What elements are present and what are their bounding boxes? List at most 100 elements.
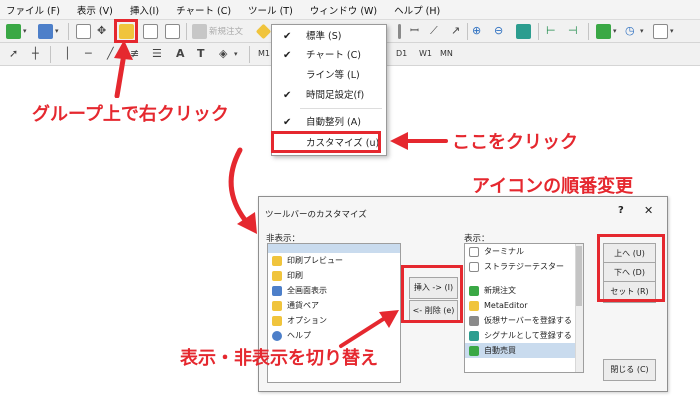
list-item[interactable]: 印刷 [268, 268, 400, 283]
chevron-down-icon[interactable]: ▾ [613, 24, 617, 38]
auto-scroll-icon[interactable]: ⊣ [568, 24, 578, 38]
timeframe-m1[interactable]: M1 [258, 49, 270, 58]
list-item[interactable]: 印刷プレビュー [268, 253, 400, 268]
crosshair-icon[interactable]: ┼ [32, 47, 39, 61]
highlight-customize [271, 131, 381, 153]
chevron-down-icon[interactable]: ▾ [55, 24, 59, 38]
virtual-server-icon [469, 316, 479, 326]
strategy-tester-icon [469, 262, 479, 272]
check-icon: ✔ [283, 31, 292, 42]
algo-trading-icon [469, 346, 479, 356]
check-icon: ✔ [283, 117, 292, 128]
ctx-item-timeframes[interactable]: ✔ 時間足設定(f) [272, 87, 386, 104]
list-item[interactable]: シグナルとして登録する [465, 328, 583, 343]
new-order-icon[interactable] [192, 24, 207, 39]
ctx-item-line-studies[interactable]: ライン等 (L) [272, 67, 386, 84]
menu-file[interactable]: ファイル (F) [6, 3, 60, 17]
menu-help[interactable]: ヘルプ (H) [394, 3, 440, 17]
line-chart-icon[interactable]: ⟋ [430, 24, 438, 38]
vertical-line-icon[interactable]: │ [64, 47, 71, 61]
callout-right-click: グループ上で右クリック [32, 104, 229, 125]
menu-view[interactable]: 表示 (V) [77, 3, 113, 17]
tile-windows-icon[interactable] [516, 24, 531, 39]
check-icon: ✔ [283, 90, 292, 101]
menu-separator [300, 108, 382, 109]
list-item-selected[interactable]: 自動売買 [465, 343, 583, 358]
print-preview-icon [272, 256, 282, 266]
text-box-icon[interactable]: T [197, 47, 205, 61]
chart-shift-icon[interactable]: ⊢ [546, 24, 556, 38]
toolbar-separator [186, 23, 187, 40]
zoom-out-icon[interactable]: ⊖ [494, 24, 503, 38]
new-chart-icon[interactable] [6, 24, 21, 39]
algo-trading-icon[interactable] [255, 23, 272, 40]
options-icon [272, 316, 282, 326]
market-watch-icon[interactable] [76, 24, 91, 39]
help-icon [272, 331, 282, 341]
toolbar-separator [538, 23, 539, 40]
navigator-icon[interactable]: ✥ [97, 24, 106, 38]
line-chart-icon[interactable]: ↗ [451, 24, 460, 38]
new-order-label[interactable]: 新規注文 [209, 25, 243, 37]
list-item[interactable]: 全画面表示 [268, 283, 400, 298]
fibonacci-icon[interactable]: ☰ [152, 47, 162, 61]
templates-icon[interactable] [653, 24, 668, 39]
timeframe-w1[interactable]: W1 [419, 49, 432, 58]
timeframe-d1[interactable]: D1 [396, 49, 407, 58]
cursor-arrow-icon[interactable]: ➚ [9, 47, 18, 61]
toolbar-separator [588, 23, 589, 40]
shapes-icon[interactable]: ◈ [219, 47, 227, 61]
indicators-icon[interactable] [596, 24, 611, 39]
print-icon [272, 271, 282, 281]
list-item[interactable]: 新規注文 [465, 283, 583, 298]
ctx-item-auto-arrange[interactable]: ✔ 自動整列 (A) [272, 114, 386, 131]
scrollbar-thumb[interactable] [576, 246, 582, 306]
text-label-icon[interactable]: A [176, 47, 185, 61]
menu-insert[interactable]: 挿入(I) [130, 3, 159, 17]
arrow-up-icon [114, 40, 133, 98]
zoom-in-icon[interactable]: ⊕ [472, 24, 481, 38]
bar-chart-icon[interactable] [398, 24, 401, 39]
ctx-item-label: 自動整列 (A) [306, 117, 361, 128]
menu-window[interactable]: ウィンドウ (W) [310, 3, 377, 17]
arrow-left-icon [390, 132, 448, 150]
help-button[interactable]: ? [618, 205, 624, 216]
highlight-insert-remove [401, 265, 463, 323]
zoom-window-icon[interactable] [165, 24, 180, 39]
chevron-down-icon[interactable]: ▾ [234, 47, 238, 61]
periods-clock-icon[interactable]: ◷ [625, 24, 635, 38]
candlestick-icon[interactable]: ꟷ [410, 24, 419, 38]
terminal-icon [469, 247, 479, 257]
ctx-item-label: チャート (C) [306, 50, 361, 61]
list-item[interactable]: 仮想サーバーを登録する [465, 313, 583, 328]
chevron-down-icon[interactable]: ▾ [670, 24, 674, 38]
list-item-separator[interactable] [268, 244, 400, 253]
menu-tools[interactable]: ツール (T) [248, 3, 293, 17]
data-window-icon[interactable] [143, 24, 158, 39]
close-button[interactable]: 閉じる (C) [603, 359, 656, 381]
vertical-scrollbar[interactable] [575, 244, 583, 372]
list-item[interactable]: MetaEditor [465, 298, 583, 313]
ctx-item-standard[interactable]: ✔ 標準 (S) [272, 28, 386, 45]
profiles-icon[interactable] [38, 24, 53, 39]
list-item[interactable]: ストラテジーテスター [465, 259, 583, 274]
dialog-title: ツールバーのカスタマイズ [265, 210, 367, 220]
chevron-down-icon[interactable]: ▾ [23, 24, 27, 38]
horizontal-line-icon[interactable]: ─ [85, 47, 92, 61]
toolbar-separator [68, 23, 69, 40]
toolbar-separator [467, 23, 468, 40]
list-item[interactable]: ターミナル [465, 244, 583, 259]
menu-chart[interactable]: チャート (C) [176, 3, 231, 17]
toolbar-separator [249, 46, 250, 63]
close-icon[interactable]: ✕ [644, 204, 653, 217]
highlight-order-buttons [597, 234, 665, 302]
ctx-item-chart[interactable]: ✔ チャート (C) [272, 47, 386, 64]
shown-items-list[interactable]: ターミナル ストラテジーテスター 新規注文 MetaEditor 仮想サーバーを… [464, 243, 584, 373]
chevron-down-icon[interactable]: ▾ [640, 24, 644, 38]
fullscreen-icon [272, 286, 282, 296]
menu-bar: ファイル (F) 表示 (V) 挿入(I) チャート (C) ツール (T) ウ… [0, 0, 700, 20]
timeframe-mn[interactable]: MN [440, 49, 453, 58]
ctx-item-label: ライン等 (L) [306, 70, 360, 81]
metaeditor-icon [469, 301, 479, 311]
toolbar-separator [50, 46, 51, 63]
